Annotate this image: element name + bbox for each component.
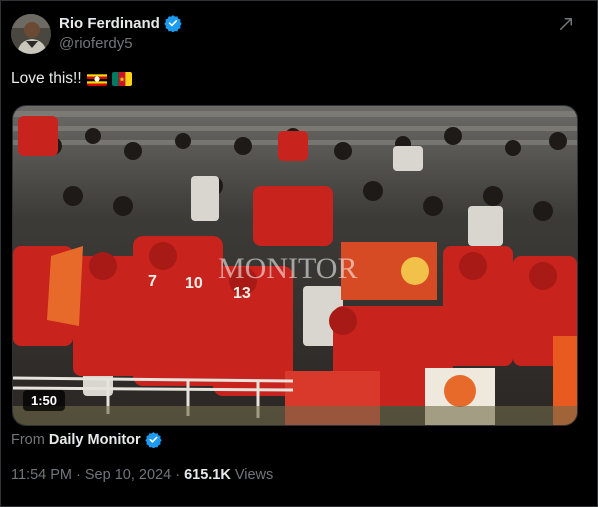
views-count: 615.1K [184, 467, 231, 483]
avatar[interactable] [11, 14, 51, 54]
author-name-row: Rio Ferdinand [59, 14, 182, 32]
video-watermark: MONITOR [218, 252, 357, 285]
author-display-name[interactable]: Rio Ferdinand [59, 15, 160, 32]
source-name-link[interactable]: Daily Monitor [49, 432, 141, 448]
source-prefix: From [11, 431, 45, 448]
source-verified-badge-icon [144, 432, 162, 448]
svg-text:13: 13 [233, 285, 251, 302]
tweet-card: Rio Ferdinand @rioferdy5 Love this!! 7 1… [0, 0, 598, 507]
uganda-flag-icon [86, 72, 107, 86]
verified-badge-icon [164, 15, 182, 32]
tweet-meta: 11:54 PM · Sep 10, 2024 · 615.1K Views [11, 467, 274, 483]
video-duration-badge: 1:50 [23, 390, 66, 411]
avatar-image [11, 14, 51, 54]
video-thumbnail: 7 10 13 MONITOR [13, 106, 577, 425]
tweet-text: Love this!! [11, 70, 132, 88]
views-label: Views [234, 467, 274, 483]
cameroon-flag-icon [111, 72, 132, 86]
svg-text:10: 10 [185, 275, 203, 292]
tweet-date[interactable]: Sep 10, 2024 [85, 467, 171, 483]
tweet-body: Love this!! [11, 70, 82, 87]
video-player[interactable]: 7 10 13 MONITOR [12, 105, 578, 426]
tweet-time[interactable]: 11:54 PM [11, 467, 72, 483]
more-options-icon[interactable] [557, 15, 575, 33]
media-source: From Daily Monitor [11, 431, 162, 448]
svg-text:7: 7 [148, 273, 157, 290]
author-handle[interactable]: @rioferdy5 [59, 35, 133, 52]
